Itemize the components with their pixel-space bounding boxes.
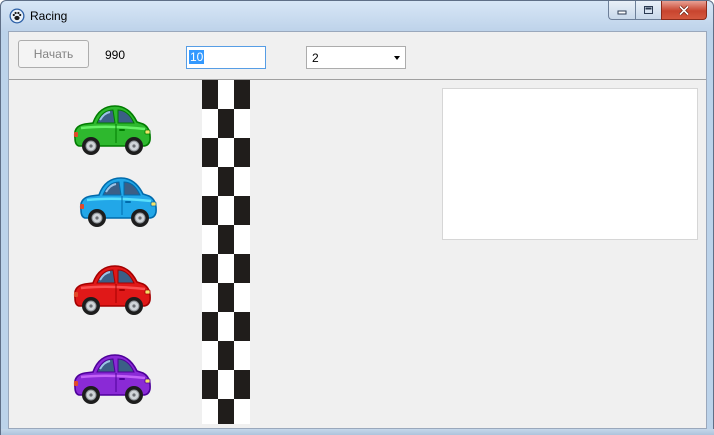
finish-square: [218, 167, 234, 196]
finish-square: [218, 399, 234, 424]
finish-square: [218, 225, 234, 254]
finish-square: [218, 283, 234, 312]
start-button[interactable]: Начать: [18, 40, 89, 68]
finish-square: [202, 254, 218, 283]
finish-square: [202, 341, 218, 370]
finish-square: [234, 167, 250, 196]
maximize-button[interactable]: [635, 1, 661, 20]
finish-square: [234, 312, 250, 341]
minimize-icon: [617, 10, 627, 15]
client-area: Начать 990 10 2: [8, 31, 707, 429]
finish-line: [202, 80, 250, 424]
finish-square: [218, 196, 234, 225]
purple-car: [67, 347, 153, 409]
close-button[interactable]: [661, 1, 707, 20]
finish-square: [234, 370, 250, 399]
finish-square: [202, 225, 218, 254]
finish-square: [234, 196, 250, 225]
maximize-icon: [644, 6, 653, 14]
finish-square: [234, 283, 250, 312]
blue-car: [73, 170, 159, 232]
finish-square: [234, 225, 250, 254]
finish-square: [218, 312, 234, 341]
counter-value: 990: [105, 48, 126, 62]
finish-square: [202, 399, 218, 424]
finish-square: [234, 341, 250, 370]
chevron-down-icon: [394, 56, 400, 60]
finish-square: [202, 138, 218, 167]
finish-square: [234, 254, 250, 283]
finish-square: [234, 80, 250, 109]
red-car: [67, 258, 153, 320]
green-car: [67, 98, 153, 160]
paw-icon: [9, 8, 25, 24]
car-count-value: 2: [312, 51, 319, 65]
caption-buttons: [608, 1, 707, 21]
finish-square: [218, 341, 234, 370]
finish-square: [218, 109, 234, 138]
finish-square: [202, 109, 218, 138]
app-window: Racing Начать 990 10 2: [0, 0, 714, 435]
finish-square: [218, 254, 234, 283]
finish-square: [234, 399, 250, 424]
title-bar[interactable]: Racing: [1, 1, 713, 31]
distance-input-value: 10: [189, 50, 205, 64]
distance-input[interactable]: 10: [186, 46, 266, 69]
finish-square: [202, 370, 218, 399]
finish-square: [234, 109, 250, 138]
finish-square: [234, 138, 250, 167]
control-panel: Начать 990 10 2: [9, 32, 706, 80]
finish-square: [218, 80, 234, 109]
finish-square: [218, 138, 234, 167]
finish-square: [202, 312, 218, 341]
minimize-button[interactable]: [608, 1, 635, 20]
close-icon: [678, 4, 690, 16]
finish-square: [202, 167, 218, 196]
car-count-select[interactable]: 2: [306, 46, 406, 69]
finish-square: [202, 283, 218, 312]
race-log-box[interactable]: [442, 88, 698, 240]
finish-square: [202, 196, 218, 225]
finish-square: [218, 370, 234, 399]
window-bottom-border: [1, 429, 714, 435]
finish-square: [202, 80, 218, 109]
window-title: Racing: [30, 9, 68, 23]
